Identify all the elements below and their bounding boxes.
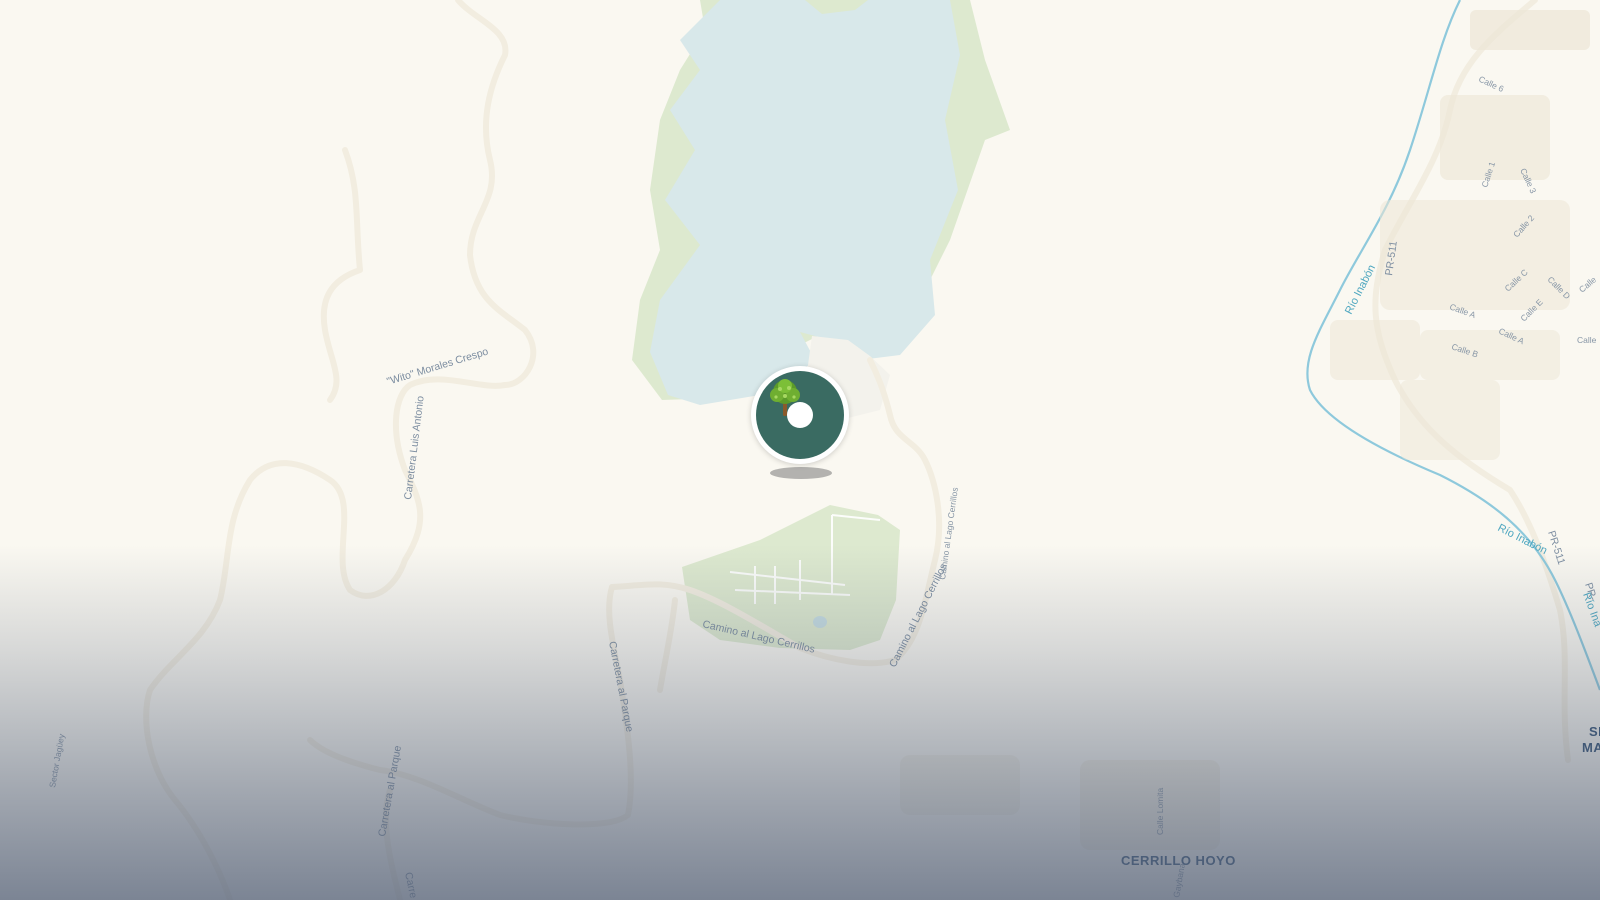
river-label: Río Inabón [1496, 522, 1549, 557]
lake-cerrillos [650, 0, 960, 405]
road-label: Calle [1577, 274, 1598, 294]
place-label: CERRILLO HOYO [1121, 853, 1236, 868]
road-label: Carretera al Parque [606, 640, 635, 733]
road-label: Carretera Luis Antonio [402, 395, 427, 500]
road-label: Calle [1577, 335, 1597, 345]
road-label: Calle 6 [1477, 74, 1505, 94]
road-label: PR-511 [1545, 529, 1567, 566]
park-location-marker[interactable] [751, 366, 849, 464]
map-canvas[interactable]: Carretera Luis Antonio "Wito" Morales Cr… [0, 0, 1600, 900]
road-label: Sector Jagüey [47, 732, 66, 788]
road-label: Carretera al Parque [376, 744, 404, 837]
marker-shadow [770, 467, 832, 479]
park-pond [813, 616, 827, 628]
tree-icon [770, 379, 800, 416]
road-label: Calle Lomita [1155, 787, 1165, 835]
road-label: Carre [402, 871, 419, 899]
residential-blocks [900, 10, 1590, 850]
place-label: SI [1589, 724, 1600, 739]
place-label: MA [1582, 740, 1600, 755]
